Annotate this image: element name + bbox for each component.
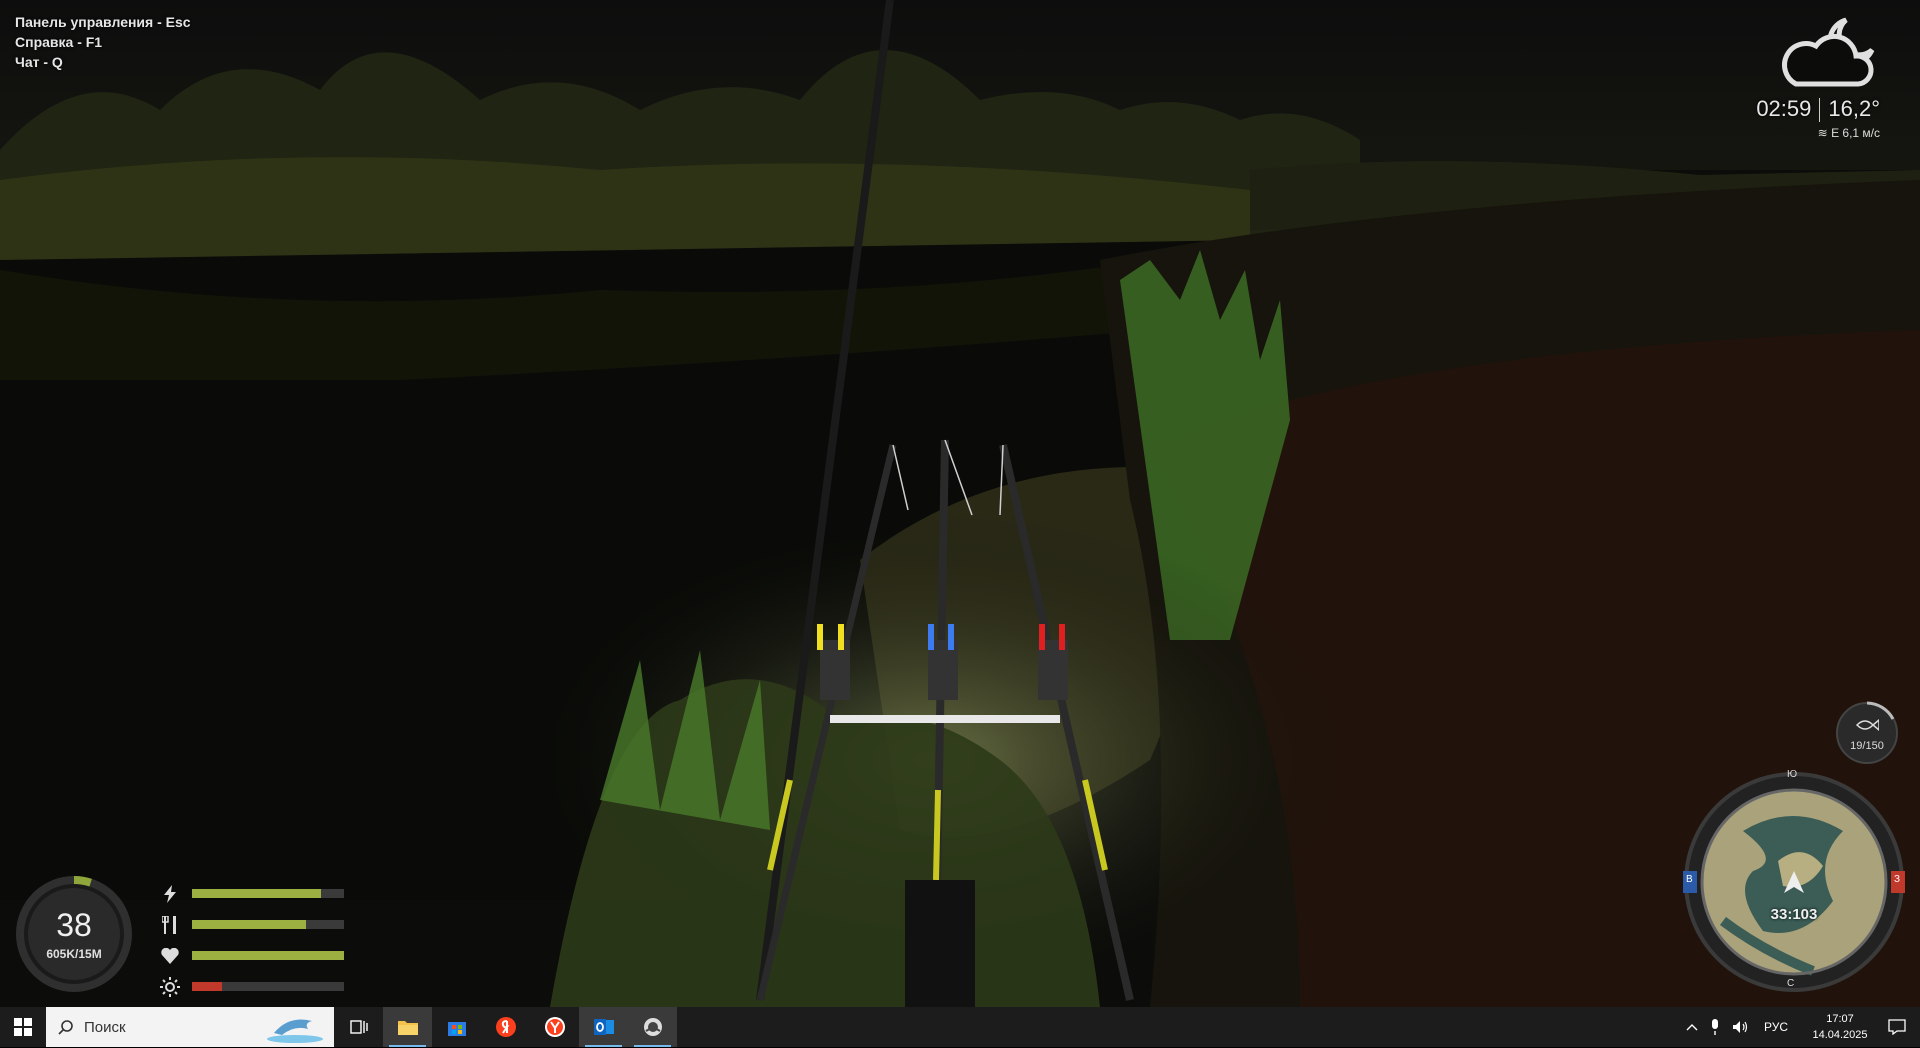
fish-icon [1855,717,1880,738]
microphone-icon[interactable] [1710,1019,1720,1035]
food-bar [192,920,344,929]
file-explorer-button[interactable] [383,1007,432,1047]
cloud-moon-icon [1690,10,1880,90]
heart-icon [158,946,182,966]
compass-south: С [1787,978,1795,989]
temperature-bar [192,982,344,991]
yandex-icon [495,1017,516,1037]
clock-time: 17:07 [1826,1013,1854,1025]
game-scene [0,0,1920,1007]
level-number: 38 [56,907,92,943]
store-icon [447,1022,466,1036]
compass-east: З [1894,874,1901,885]
clock-date: 14.04.2025 [1812,1029,1868,1041]
yandex-browser-icon [544,1017,565,1037]
search-placeholder: Поиск [84,1018,126,1036]
money-max: 15M [78,947,102,961]
start-button[interactable] [0,1007,46,1047]
task-view-icon [349,1020,368,1034]
keepnet-count: 19/150 [1850,740,1884,752]
taskbar-search[interactable]: Поиск [46,1007,334,1047]
store-button[interactable] [432,1007,481,1047]
money-current: 605K [46,947,75,961]
player-level: 38 605K/15M [15,875,133,993]
volume-icon[interactable] [1732,1020,1750,1034]
language-indicator[interactable]: РУС [1764,1020,1788,1034]
money: 605K/15M [46,947,102,961]
time-temperature: 02:59 16,2° [1690,96,1880,123]
windows-icon [14,1018,32,1036]
hotkey-help: Справка - F1 [15,34,103,50]
notification-icon[interactable] [1888,1019,1906,1035]
hotkey-hints: Панель управления - Esc Справка - F1 Чат… [15,12,191,72]
weather-panel: 02:59 16,2° ≋ E 6,1 м/с [1690,10,1880,140]
chevron-up-icon[interactable] [1686,1023,1698,1031]
stat-energy [158,878,348,909]
wind-info: ≋ E 6,1 м/с [1690,126,1880,140]
stat-health [158,940,348,971]
compass-north: Ю [1787,769,1798,780]
stat-temperature [158,971,348,1002]
game-time: 02:59 [1756,96,1812,121]
task-view-button[interactable] [334,1007,383,1047]
search-icon [58,1019,74,1035]
game-button[interactable] [628,1007,677,1047]
wind-icon: ≋ [1817,126,1828,141]
wind-value: E 6,1 м/с [1831,126,1880,141]
yandex-button[interactable] [481,1007,530,1047]
stat-bars [158,878,348,1002]
folder-icon [397,1021,418,1035]
outlook-icon [593,1019,614,1035]
fork-knife-icon [158,915,182,935]
keepnet-counter[interactable]: 19/150 [1835,701,1899,765]
yandex-browser-button[interactable] [530,1007,579,1047]
sun-icon [158,976,182,997]
system-tray: РУС 17:07 14.04.2025 [1680,1007,1920,1047]
air-temperature: 16,2° [1828,96,1880,121]
energy-bar [192,889,344,898]
hotkey-chat: Чат - Q [15,54,63,70]
windows-taskbar: Поиск РУС 17:07 14.04.2025 [0,1007,1920,1047]
dolphin-icon [264,1011,326,1048]
health-bar [192,951,344,960]
map-coordinates: 33:103 [1770,906,1818,923]
lightning-icon [158,884,182,904]
compass-west: В [1686,874,1693,885]
outlook-button[interactable] [579,1007,628,1047]
game-icon [643,1018,662,1036]
divider [1819,98,1821,123]
stat-food [158,909,348,940]
taskbar-clock[interactable]: 17:07 14.04.2025 [1800,1011,1880,1043]
minimap[interactable]: Ю В З С 33:103 [1683,769,1905,993]
hotkey-control-panel: Панель управления - Esc [15,14,191,30]
